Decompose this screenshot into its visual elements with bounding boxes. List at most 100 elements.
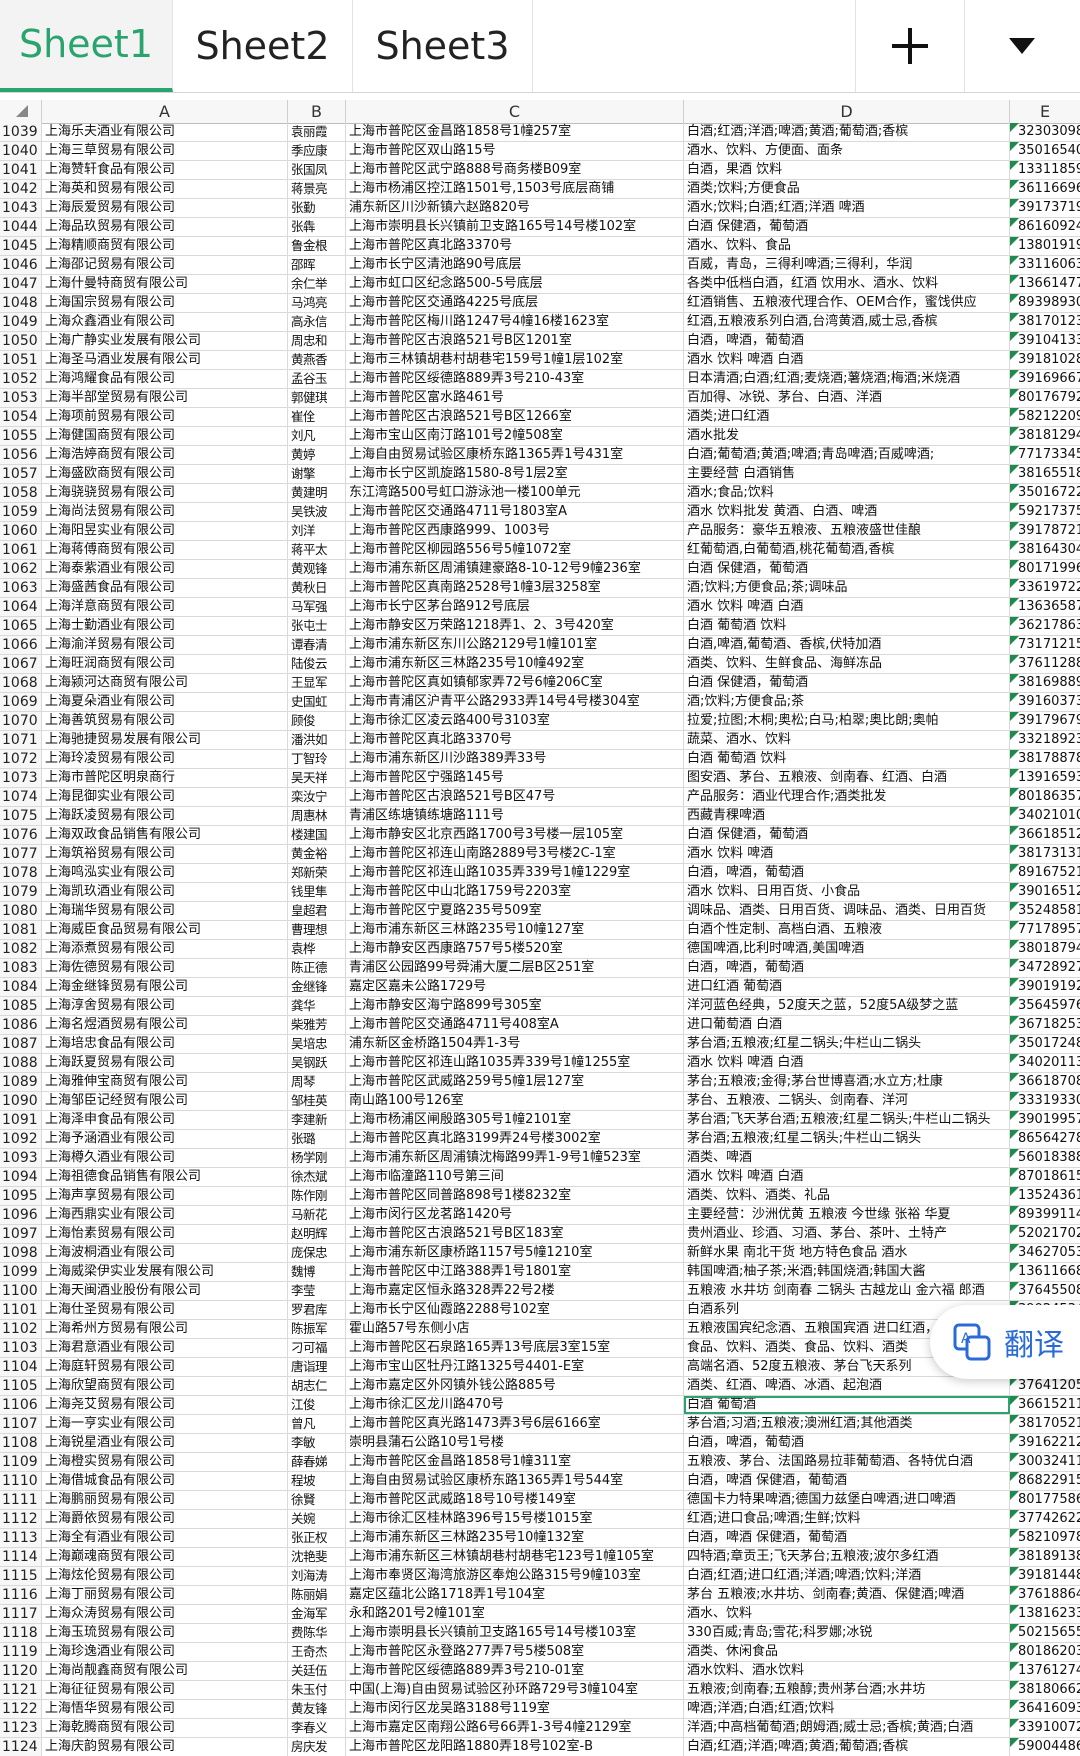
cell-e[interactable]: 32303098 [1010,123,1080,141]
cell-b[interactable]: 李敏 [288,1434,346,1452]
cell-d[interactable]: 白酒，啤酒，葡萄酒 [684,959,1010,977]
cell-a[interactable]: 上海全有酒业有限公司 [42,1529,288,1547]
cell-d[interactable]: 酒类;进口红酒 [684,408,1010,426]
cell-d[interactable]: 白酒，啤酒，葡萄酒 [684,332,1010,350]
cell-a[interactable]: 上海旺润商贸有限公司 [42,655,288,673]
cell-d[interactable]: 拉爱;拉图;木桐;奥松;白马;柏翠;奥比朗;奥帕 [684,712,1010,730]
cell-a[interactable]: 上海天闽酒业股份有限公司 [42,1282,288,1300]
cell-c[interactable]: 上海市普陀区武宁路888号商务楼B09室 [346,161,684,179]
add-sheet-button[interactable] [855,0,965,92]
cell-b[interactable]: 郭健琪 [288,389,346,407]
cell-b[interactable]: 金继锋 [288,978,346,996]
cell-c[interactable]: 上海市长宁区清池路90号底层 [346,256,684,274]
cell-a[interactable]: 上海威臣食品贸易有限公司 [42,921,288,939]
cell-b[interactable]: 李建新 [288,1111,346,1129]
cell-d[interactable]: 进口葡萄酒 白酒 [684,1016,1010,1034]
cell-d[interactable]: 红酒;进口食品;啤酒;生鲜;饮料 [684,1510,1010,1528]
cell-a[interactable]: 上海精顺商贸有限公司 [42,237,288,255]
cell-b[interactable]: 高永信 [288,313,346,331]
cell-a[interactable]: 上海赞轩食品有限公司 [42,161,288,179]
cell-b[interactable]: 张国凤 [288,161,346,179]
cell-c[interactable]: 上海市普陀区真光路1473弄3号6层6166室 [346,1415,684,1433]
cell-e[interactable]: 36718253 [1010,1016,1080,1034]
cell-e[interactable]: 36618512 [1010,826,1080,844]
cell-e[interactable]: 133118596 [1010,161,1080,179]
cell-d[interactable]: 红酒,五粮液系列白酒,台湾黄酒,威士忌,香槟 [684,313,1010,331]
cell-d[interactable]: 西藏青稞啤酒 [684,807,1010,825]
cell-b[interactable]: 王显军 [288,674,346,692]
cell-b[interactable]: 黄建明 [288,484,346,502]
cell-c[interactable]: 上海市长宁区仙霞路2288号102室 [346,1301,684,1319]
cell-c[interactable]: 嘉定区蕴北公路1718弄1号104室 [346,1586,684,1604]
cell-a[interactable]: 上海鸣泓实业有限公司 [42,864,288,882]
cell-a[interactable]: 上海悟华贸易有限公司 [42,1700,288,1718]
cell-b[interactable]: 李春义 [288,1719,346,1737]
cell-b[interactable]: 鲁金根 [288,237,346,255]
cell-b[interactable]: 黄金裕 [288,845,346,863]
cell-e[interactable]: 37742622 [1010,1510,1080,1528]
cell-b[interactable]: 马军强 [288,598,346,616]
cell-e[interactable]: 39160373 [1010,693,1080,711]
cell-e[interactable]: 36618708 [1010,1073,1080,1091]
cell-b[interactable]: 刁可福 [288,1339,346,1357]
cell-c[interactable]: 上海市普陀区双山路15号 [346,142,684,160]
cell-b[interactable]: 沈艳斐 [288,1548,346,1566]
cell-b[interactable]: 张勤 [288,199,346,217]
cell-d[interactable]: 调味品、酒类、日用百货、调味品、酒类、日用百货 [684,902,1010,920]
cell-c[interactable]: 上海市静安区海宁路899号305室 [346,997,684,1015]
cell-a[interactable]: 上海希州方贸易有限公司 [42,1320,288,1338]
cell-c[interactable]: 上海市浦东新区三林路235号10幢492室 [346,655,684,673]
cell-c[interactable]: 上海市长宁区凯旋路1580-8号1层2室 [346,465,684,483]
cell-e[interactable]: 38170521 [1010,1415,1080,1433]
cell-b[interactable]: 杨学刚 [288,1149,346,1167]
cell-e[interactable]: 35248581 [1010,902,1080,920]
cell-e[interactable]: 59217375 [1010,503,1080,521]
cell-c[interactable]: 上海市宝山区牡丹江路1325号4401-E室 [346,1358,684,1376]
cell-e[interactable]: 39104133 [1010,332,1080,350]
cell-e[interactable]: 86564278 [1010,1130,1080,1148]
cell-c[interactable]: 上海市静安区万荣路1218弄1、2、3号420室 [346,617,684,635]
cell-e[interactable]: 77173345 [1010,446,1080,464]
cell-c[interactable]: 上海市崇明县长兴镇前卫支路165号14号楼102室 [346,218,684,236]
cell-a[interactable]: 上海国宗贸易有限公司 [42,294,288,312]
cell-d[interactable]: 五粮液 水井坊 剑南春 二锅头 古越龙山 金六福 郎酒 [684,1282,1010,1300]
cell-b[interactable]: 费陈华 [288,1624,346,1642]
cell-a[interactable]: 上海邹臣记经贸有限公司 [42,1092,288,1110]
cell-e[interactable]: 38018794 [1010,940,1080,958]
cell-a[interactable]: 上海凯玖酒业有限公司 [42,883,288,901]
cell-a[interactable]: 上海鹏丽贸易有限公司 [42,1491,288,1509]
cell-c[interactable]: 上海市普陀区古浪路521号B区47号 [346,788,684,806]
cell-e[interactable]: 35017248 [1010,1035,1080,1053]
cell-d[interactable]: 五粮液、茅台、法国路易拉菲葡萄酒、各特优白酒 [684,1453,1010,1471]
column-header-c[interactable]: C [346,100,684,123]
cell-a[interactable]: 上海渝洋贸易有限公司 [42,636,288,654]
cell-d[interactable]: 德国啤酒,比利时啤酒,美国啤酒 [684,940,1010,958]
cell-a[interactable]: 上海波桐酒业有限公司 [42,1244,288,1262]
cell-c[interactable]: 上海市徐汇区桂林路396号15号楼1015室 [346,1510,684,1528]
cell-d[interactable]: 白酒;红酒;进口红酒;洋酒;啤酒;饮料;洋酒 [684,1567,1010,1585]
cell-e[interactable]: 39169667 [1010,370,1080,388]
cell-c[interactable]: 上海自由贸易试验区康桥东路1365弄1号544室 [346,1472,684,1490]
cell-e[interactable]: 58212209 [1010,408,1080,426]
cell-d[interactable]: 茅台酒;五粮液;红星二锅头;牛栏山二锅头 [684,1130,1010,1148]
cell-e[interactable]: 38164304 [1010,541,1080,559]
cell-b[interactable]: 陆俊云 [288,655,346,673]
cell-a[interactable]: 上海筑裕贸易有限公司 [42,845,288,863]
cell-a[interactable]: 上海淳舍贸易有限公司 [42,997,288,1015]
cell-d[interactable]: 产品服务：酒业代理合作;酒类批发 [684,788,1010,806]
cell-d[interactable]: 酒水 饮料 啤酒 白酒 [684,1054,1010,1072]
cell-b[interactable]: 顾俊 [288,712,346,730]
cell-d[interactable]: 酒类、饮料、生鲜食品、海鲜冻品 [684,655,1010,673]
cell-c[interactable]: 上海市普陀区富水路461号 [346,389,684,407]
cell-a[interactable]: 上海善筑贸易有限公司 [42,712,288,730]
cell-b[interactable]: 吴钢跃 [288,1054,346,1072]
cell-c[interactable]: 上海市普陀区祁连山路1035弄339号1幢1229室 [346,864,684,882]
cell-b[interactable]: 余仁举 [288,275,346,293]
cell-e[interactable]: 39179679 [1010,712,1080,730]
cell-a[interactable]: 上海乐夫酒业有限公司 [42,123,288,141]
cell-b[interactable]: 邹桂英 [288,1092,346,1110]
cell-d[interactable]: 产品服务：豪华五粮液、五粮液盛世佳酿 [684,522,1010,540]
tab-sheet3[interactable]: Sheet3 [353,0,533,92]
cell-c[interactable]: 崇明县蒲石公路10号1号楼 [346,1434,684,1452]
cell-c[interactable]: 上海市闵行区龙吴路3188号119室 [346,1700,684,1718]
